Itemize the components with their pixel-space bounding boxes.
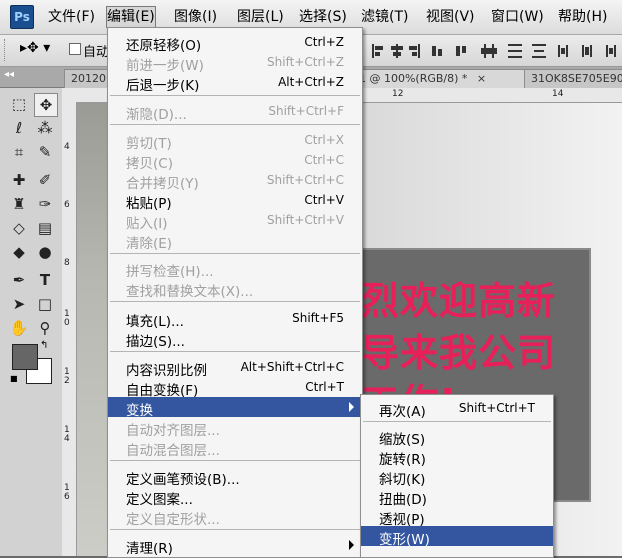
eraser-tool-icon[interactable]: ◇: [8, 217, 30, 239]
brush-tool-icon[interactable]: ✐: [34, 169, 56, 191]
photoshop-logo: Ps: [10, 5, 34, 29]
menu-view[interactable]: 视图(V): [426, 7, 475, 27]
healing-brush-icon[interactable]: ✚: [8, 169, 30, 191]
transform-submenu: 再次(A) Shift+Ctrl+T 缩放(S) 旋转(R) 斜切(K) 扭曲(D…: [360, 394, 554, 558]
blur-tool-icon[interactable]: ◆: [8, 241, 30, 263]
menu-item-clear: 清除(E): [126, 236, 173, 252]
menu-separator: [110, 460, 360, 461]
menu-item-purge[interactable]: 清理(R): [108, 535, 362, 557]
menu-item-content-aware-scale[interactable]: 内容识别比例 Alt+Shift+Ctrl+C: [108, 357, 362, 379]
menu-filter[interactable]: 滤镜(T): [361, 7, 408, 27]
menu-item-stroke[interactable]: 描边(S)...: [108, 328, 362, 350]
menu-item-fade: 渐隐(D)... Shift+Ctrl+F: [126, 104, 344, 123]
eyedropper-icon[interactable]: ✎: [34, 141, 56, 163]
menu-separator: [110, 253, 360, 254]
submenu-item-warp[interactable]: 变形(W): [361, 526, 553, 548]
menu-item-define-brush-preset[interactable]: 定义画笔预设(B)...: [108, 466, 362, 488]
move-tool-preset-icon[interactable]: ▸✥ ▾: [20, 40, 50, 56]
gradient-tool-icon[interactable]: ▤: [34, 217, 56, 239]
shape-tool-icon[interactable]: □: [34, 293, 56, 315]
menu-item-fill[interactable]: 填充(L)... Shift+F5: [108, 308, 362, 330]
ruler-label: 1 2: [64, 367, 70, 386]
type-tool-icon[interactable]: T: [34, 269, 56, 291]
auto-select-checkbox[interactable]: [69, 43, 81, 55]
ruler-label: 1 4: [64, 425, 70, 444]
submenu-item-rotate[interactable]: 旋转(R): [361, 446, 553, 468]
foreground-color-swatch-top[interactable]: [12, 344, 38, 370]
menu-separator: [363, 421, 551, 422]
toolbox: ⬚ ✥ ℓ ⁂ ⌗ ✎ ✚ ✐ ♜ ✑ ◇ ▤ ◆ ● ✒ T ➤ □ ✋ ⚲ …: [0, 88, 63, 556]
menu-item-define-custom-shape: 定义自定形状...: [126, 512, 220, 528]
ruler-label: 14: [552, 89, 564, 99]
lasso-tool-icon[interactable]: ℓ: [8, 117, 30, 139]
menu-select[interactable]: 选择(S): [299, 7, 347, 27]
zoom-tool-icon[interactable]: ⚲: [34, 317, 56, 339]
hand-tool-icon[interactable]: ✋: [8, 317, 30, 339]
collapse-panel-icon[interactable]: ◂◂: [4, 69, 14, 80]
ruler-label: 1 6: [64, 483, 70, 502]
path-selection-icon[interactable]: ➤: [8, 293, 30, 315]
menu-item-auto-align-layers: 自动对齐图层...: [126, 423, 220, 439]
edit-menu-dropdown: 还原轻移(O) Ctrl+Z 前进一步(W) Shift+Ctrl+Z 后退一步(K…: [107, 27, 363, 558]
menu-file[interactable]: 文件(F): [48, 7, 95, 27]
submenu-item-skew[interactable]: 斜切(K): [361, 466, 553, 488]
marquee-tool-icon[interactable]: ⬚: [8, 93, 30, 115]
submenu-arrow-icon: [349, 402, 354, 412]
menu-item-paste-into: 贴入(I) Shift+Ctrl+V: [126, 213, 344, 232]
menu-layer[interactable]: 图层(L): [237, 7, 284, 27]
ruler-label: 4: [64, 142, 70, 152]
submenu-item-perspective[interactable]: 透视(P): [361, 506, 553, 528]
menu-item-copy: 拷贝(C) Ctrl+C: [126, 153, 344, 172]
vertical-ruler: 4 6 8 1 0 1 2 1 4 1 6: [62, 88, 77, 556]
menu-edit[interactable]: 编辑(E): [106, 6, 156, 28]
align-distribute-icons[interactable]: [362, 41, 622, 61]
auto-select-label: 自动: [83, 45, 110, 60]
pen-tool-icon[interactable]: ✒: [8, 269, 30, 291]
ruler-label: 6: [64, 200, 70, 210]
ruler-label: 1 0: [64, 309, 70, 328]
menu-item-auto-blend-layers: 自动混合图层...: [126, 443, 220, 459]
banner-text-line-2: 导来我公司: [361, 331, 557, 375]
tab-document-3[interactable]: 31OK8SE705E90: [524, 69, 622, 88]
menu-window[interactable]: 窗口(W): [491, 7, 544, 27]
menu-item-free-transform[interactable]: 自由变换(F) Ctrl+T: [108, 377, 362, 399]
menu-item-copy-merged: 合并拷贝(Y) Shift+Ctrl+C: [126, 173, 344, 192]
menu-item-find-replace: 查找和替换文本(X)...: [126, 284, 254, 300]
menu-separator: [110, 529, 360, 530]
move-tool-icon[interactable]: ✥: [34, 93, 58, 117]
default-colors-icon[interactable]: ■: [10, 374, 18, 383]
grip-handle[interactable]: [4, 39, 7, 61]
history-brush-icon[interactable]: ✑: [34, 193, 56, 215]
menu-item-transform[interactable]: 变换: [108, 397, 362, 419]
menu-item-cut: 剪切(T) Ctrl+X: [126, 133, 344, 152]
menu-item-step-backward[interactable]: 后退一步(K) Alt+Ctrl+Z: [108, 72, 362, 94]
dodge-tool-icon[interactable]: ●: [34, 241, 56, 263]
crop-tool-icon[interactable]: ⌗: [8, 141, 30, 163]
menu-item-paste[interactable]: 粘贴(P) Ctrl+V: [108, 190, 362, 212]
close-tab-icon[interactable]: ×: [477, 72, 486, 85]
submenu-item-scale[interactable]: 缩放(S): [361, 426, 553, 448]
menu-separator: [110, 301, 360, 302]
ruler-label: 12: [392, 89, 404, 99]
menu-help[interactable]: 帮助(H): [558, 7, 607, 27]
submenu-item-again[interactable]: 再次(A) Shift+Ctrl+T: [361, 398, 553, 420]
menu-item-check-spelling: 拼写检查(H)...: [126, 264, 214, 280]
swap-colors-icon[interactable]: ↰: [40, 340, 48, 351]
menu-item-undo[interactable]: 还原轻移(O) Ctrl+Z: [108, 32, 362, 54]
submenu-arrow-icon: [349, 540, 354, 550]
menu-item-step-forward: 前进一步(W) Shift+Ctrl+Z: [126, 55, 344, 74]
clone-stamp-icon[interactable]: ♜: [8, 193, 30, 215]
magic-wand-icon[interactable]: ⁂: [34, 117, 56, 139]
menu-separator: [110, 95, 360, 96]
banner-text-line-1: 烈欢迎高新: [361, 279, 557, 323]
ruler-label: 8: [64, 258, 70, 268]
submenu-item-distort[interactable]: 扭曲(D): [361, 486, 553, 508]
menu-separator: [110, 124, 360, 125]
menu-item-define-pattern[interactable]: 定义图案...: [108, 486, 362, 508]
menu-separator: [110, 351, 360, 352]
menu-image[interactable]: 图像(I): [174, 7, 217, 27]
